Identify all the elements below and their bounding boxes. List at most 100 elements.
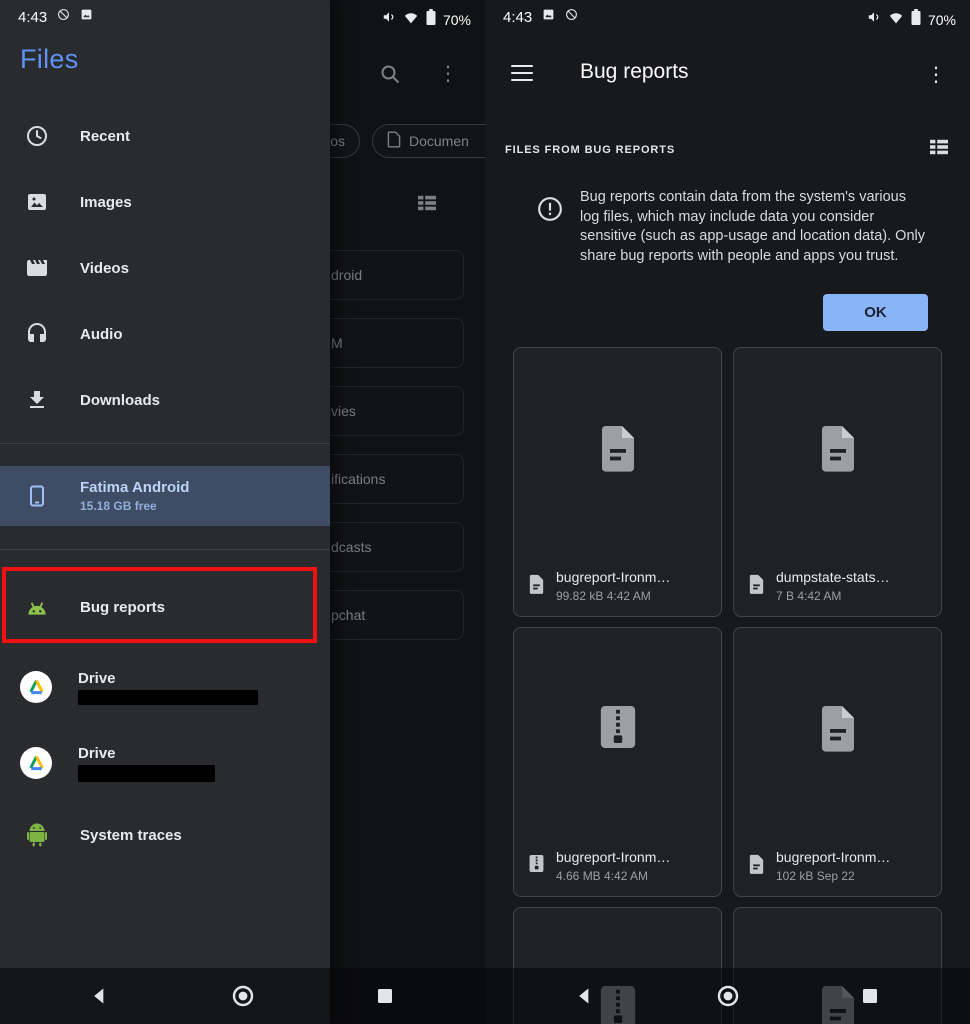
privacy-notice-text: Bug reports contain data from the system… bbox=[580, 188, 927, 266]
screenshot-icon bbox=[542, 8, 555, 26]
overflow-menu-icon[interactable]: ⋮ bbox=[926, 62, 946, 87]
sidebar-item-label: Drive bbox=[78, 670, 258, 687]
sidebar-item-recent[interactable]: Recent bbox=[0, 103, 330, 169]
battery-icon bbox=[911, 9, 921, 30]
android-icon bbox=[24, 594, 50, 620]
battery-icon bbox=[426, 9, 436, 30]
file-card-footer: bugreport-Ironm… 99.82 kB 4:42 AM bbox=[528, 569, 711, 603]
left-phone-screen: 70% ⋮ os Documen droid M vies ifications… bbox=[0, 0, 485, 1024]
android-navbar bbox=[485, 968, 970, 1024]
sidebar-item-audio[interactable]: Audio bbox=[0, 301, 330, 367]
sidebar-item-system-traces[interactable]: System traces bbox=[0, 804, 330, 866]
movie-icon bbox=[24, 255, 50, 281]
divider bbox=[0, 443, 330, 444]
image-icon bbox=[24, 189, 50, 215]
file-texts: dumpstate-stats… 7 B 4:42 AM bbox=[776, 569, 890, 603]
status-time: 4:43 bbox=[503, 9, 532, 26]
file-texts: bugreport-Ironm… 99.82 kB 4:42 AM bbox=[556, 569, 670, 603]
recents-button[interactable] bbox=[373, 984, 397, 1008]
download-icon bbox=[24, 387, 50, 413]
storage-free-space: 15.18 GB free bbox=[80, 499, 189, 513]
android-navbar bbox=[0, 968, 485, 1024]
google-drive-icon bbox=[20, 747, 52, 779]
file-document-icon bbox=[734, 424, 941, 472]
dnd-icon bbox=[57, 8, 70, 26]
battery-percent: 70% bbox=[928, 12, 956, 28]
app-bar: Bug reports ⋮ bbox=[485, 46, 970, 104]
file-document-icon bbox=[734, 704, 941, 752]
sidebar-item-drive-2[interactable]: Drive bbox=[0, 726, 330, 800]
list-view-toggle-icon[interactable] bbox=[928, 138, 950, 161]
drive-texts: Drive bbox=[78, 745, 215, 782]
file-document-icon bbox=[748, 854, 765, 879]
dnd-icon bbox=[565, 8, 578, 26]
right-phone-screen: 4:43 70% Bug reports ⋮ FILES FROM BUG RE… bbox=[485, 0, 970, 1024]
divider bbox=[0, 549, 330, 550]
storage-name: Fatima Android bbox=[80, 479, 189, 496]
file-name: bugreport-Ironm… bbox=[556, 569, 670, 585]
sidebar-item-videos[interactable]: Videos bbox=[0, 235, 330, 301]
file-document-icon bbox=[514, 424, 721, 472]
sidebar-item-label: Videos bbox=[80, 260, 129, 277]
clock-icon bbox=[24, 123, 50, 149]
drawer-scrim[interactable] bbox=[330, 0, 485, 1024]
sidebar-item-label: Recent bbox=[80, 128, 130, 145]
section-title: FILES FROM BUG REPORTS bbox=[505, 144, 675, 156]
file-meta: 4.66 MB 4:42 AM bbox=[556, 869, 670, 883]
file-card-dumpstate[interactable]: dumpstate-stats… 7 B 4:42 AM bbox=[733, 347, 942, 617]
file-name: dumpstate-stats… bbox=[776, 569, 890, 585]
status-time: 4:43 bbox=[18, 9, 47, 26]
file-card-footer: bugreport-Ironm… 102 kB Sep 22 bbox=[748, 849, 931, 883]
sidebar-item-label: System traces bbox=[80, 827, 182, 844]
file-zip-icon bbox=[528, 854, 545, 878]
sidebar-item-label: Bug reports bbox=[80, 599, 165, 616]
file-card-bugreport-1[interactable]: bugreport-Ironm… 99.82 kB 4:42 AM bbox=[513, 347, 722, 617]
sidebar-item-label: Audio bbox=[80, 326, 123, 343]
file-texts: bugreport-Ironm… 4.66 MB 4:42 AM bbox=[556, 849, 670, 883]
page-title: Bug reports bbox=[580, 60, 689, 84]
recents-button[interactable] bbox=[858, 984, 882, 1008]
file-meta: 102 kB Sep 22 bbox=[776, 869, 890, 883]
redacted-account-email bbox=[78, 690, 258, 705]
home-button[interactable] bbox=[716, 984, 740, 1008]
smartphone-icon bbox=[24, 483, 50, 509]
alert-circle-icon bbox=[537, 196, 563, 227]
home-button[interactable] bbox=[231, 984, 255, 1008]
sidebar-item-label: Images bbox=[80, 194, 132, 211]
drive-texts: Drive bbox=[78, 670, 258, 705]
back-button[interactable] bbox=[573, 984, 597, 1008]
android-robot-icon bbox=[24, 822, 50, 848]
app-title: Files bbox=[20, 44, 79, 75]
file-meta: 7 B 4:42 AM bbox=[776, 589, 890, 603]
google-drive-icon bbox=[20, 671, 52, 703]
file-name: bugreport-Ironm… bbox=[776, 849, 890, 865]
volume-icon bbox=[867, 10, 881, 29]
drawer-nav: Recent Images Videos Audio Downloads bbox=[0, 103, 330, 433]
wifi-icon bbox=[888, 11, 904, 29]
sidebar-item-internal-storage[interactable]: Fatima Android 15.18 GB free bbox=[0, 466, 330, 526]
sidebar-item-label: Downloads bbox=[80, 392, 160, 409]
file-card-bugreport-zip[interactable]: bugreport-Ironm… 4.66 MB 4:42 AM bbox=[513, 627, 722, 897]
sidebar-item-images[interactable]: Images bbox=[0, 169, 330, 235]
status-left: 4:43 bbox=[18, 8, 93, 26]
status-left: 4:43 bbox=[503, 8, 578, 26]
sidebar-item-bug-reports[interactable]: Bug reports bbox=[0, 576, 330, 638]
file-meta: 99.82 kB 4:42 AM bbox=[556, 589, 670, 603]
storage-texts: Fatima Android 15.18 GB free bbox=[80, 479, 189, 513]
screenshot-icon bbox=[80, 8, 93, 26]
status-icons-right: 70% bbox=[382, 9, 471, 30]
wifi-icon bbox=[403, 11, 419, 29]
file-zip-icon bbox=[514, 704, 721, 750]
file-document-icon bbox=[528, 574, 545, 599]
file-name: bugreport-Ironm… bbox=[556, 849, 670, 865]
sidebar-item-drive-1[interactable]: Drive bbox=[0, 650, 330, 724]
ok-button[interactable]: OK bbox=[823, 294, 928, 331]
back-button[interactable] bbox=[88, 984, 112, 1008]
section-header-row: FILES FROM BUG REPORTS bbox=[505, 138, 950, 161]
file-grid: bugreport-Ironm… 99.82 kB 4:42 AM dumpst… bbox=[513, 347, 942, 1024]
file-card-bugreport-2[interactable]: bugreport-Ironm… 102 kB Sep 22 bbox=[733, 627, 942, 897]
hamburger-menu-icon[interactable] bbox=[511, 65, 533, 86]
sidebar-item-label: Drive bbox=[78, 745, 215, 762]
file-texts: bugreport-Ironm… 102 kB Sep 22 bbox=[776, 849, 890, 883]
sidebar-item-downloads[interactable]: Downloads bbox=[0, 367, 330, 433]
